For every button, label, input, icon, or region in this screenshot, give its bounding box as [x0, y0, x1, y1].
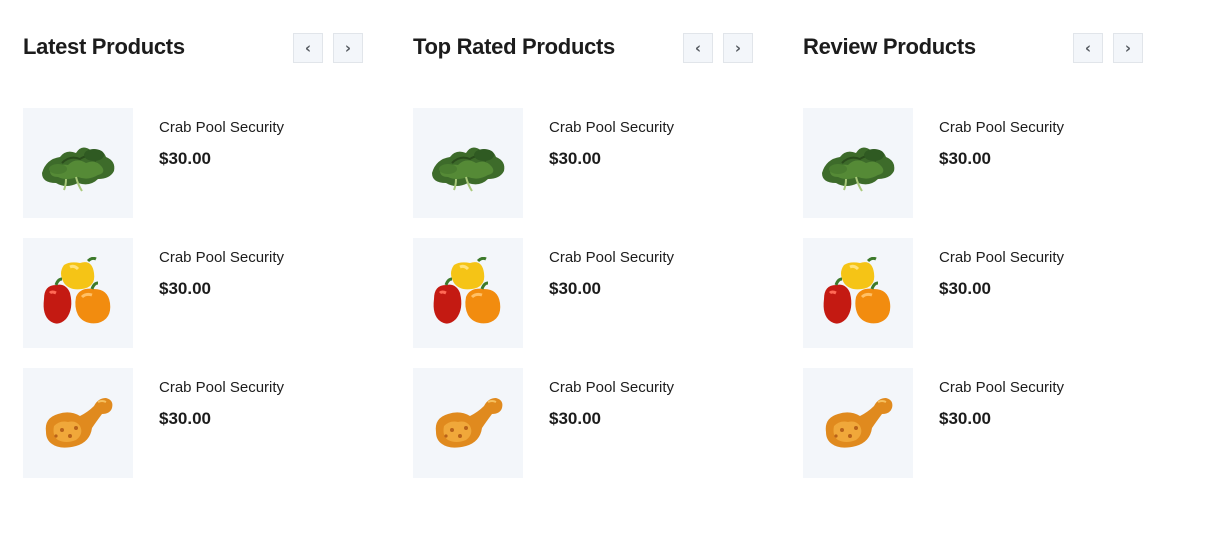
bell-peppers-icon	[433, 257, 501, 324]
chevron-left-icon: ‹	[1084, 38, 1092, 57]
product-price: $30.00	[939, 409, 991, 428]
next-button[interactable]: ›	[333, 33, 363, 63]
chevron-left-icon: ‹	[304, 38, 312, 57]
product-name[interactable]: Crab Pool Security	[159, 379, 284, 396]
section-header: Review Products ‹ ›	[803, 33, 1143, 63]
product-item[interactable]: Crab Pool Security $30.00	[803, 368, 1143, 478]
product-price: $30.00	[549, 409, 601, 428]
chevron-right-icon: ›	[1124, 38, 1132, 57]
fried-chicken-icon	[825, 398, 893, 448]
chevron-right-icon: ›	[344, 38, 352, 57]
product-name[interactable]: Crab Pool Security	[549, 379, 674, 396]
bell-peppers-icon	[43, 257, 111, 324]
product-price: $30.00	[549, 279, 601, 298]
product-item[interactable]: Crab Pool Security $30.00	[413, 368, 753, 478]
product-price: $30.00	[939, 279, 991, 298]
product-price: $30.00	[159, 279, 211, 298]
product-name[interactable]: Crab Pool Security	[939, 379, 1064, 396]
product-lists: Latest Products ‹ › Crab Pool Security $…	[0, 0, 1208, 542]
prev-button[interactable]: ‹	[1073, 33, 1103, 63]
leafy-greens-icon	[822, 147, 895, 192]
product-name[interactable]: Crab Pool Security	[159, 249, 284, 266]
product-name[interactable]: Crab Pool Security	[939, 249, 1064, 266]
section-header: Top Rated Products ‹ ›	[413, 33, 753, 63]
product-price: $30.00	[939, 149, 991, 168]
top-rated-products-section: Top Rated Products ‹ › Crab Pool Securit…	[413, 0, 753, 542]
leafy-greens-icon	[42, 147, 115, 192]
product-item[interactable]: Crab Pool Security $30.00	[413, 108, 753, 218]
fried-chicken-icon	[435, 398, 503, 448]
product-price: $30.00	[159, 409, 211, 428]
section-title: Latest Products	[23, 34, 185, 59]
fried-chicken-icon	[45, 398, 113, 448]
product-name[interactable]: Crab Pool Security	[549, 119, 674, 136]
prev-button[interactable]: ‹	[293, 33, 323, 63]
next-button[interactable]: ›	[1113, 33, 1143, 63]
product-image-bell-peppers[interactable]	[413, 238, 523, 348]
product-image-fried-chicken[interactable]	[803, 368, 913, 478]
product-image-leafy-greens[interactable]	[23, 108, 133, 218]
product-image-fried-chicken[interactable]	[413, 368, 523, 478]
prev-button[interactable]: ‹	[683, 33, 713, 63]
chevron-left-icon: ‹	[694, 38, 702, 57]
product-image-fried-chicken[interactable]	[23, 368, 133, 478]
product-image-leafy-greens[interactable]	[413, 108, 523, 218]
next-button[interactable]: ›	[723, 33, 753, 63]
product-item[interactable]: Crab Pool Security $30.00	[23, 108, 363, 218]
product-item[interactable]: Crab Pool Security $30.00	[23, 368, 363, 478]
product-item[interactable]: Crab Pool Security $30.00	[803, 108, 1143, 218]
product-name[interactable]: Crab Pool Security	[159, 119, 284, 136]
section-title: Top Rated Products	[413, 34, 615, 59]
leafy-greens-icon	[432, 147, 505, 192]
latest-products-section: Latest Products ‹ › Crab Pool Security $…	[23, 0, 363, 542]
review-products-section: Review Products ‹ › Crab Pool Security $…	[803, 0, 1143, 542]
product-item[interactable]: Crab Pool Security $30.00	[413, 238, 753, 348]
product-item[interactable]: Crab Pool Security $30.00	[803, 238, 1143, 348]
bell-peppers-icon	[823, 257, 891, 324]
product-price: $30.00	[159, 149, 211, 168]
product-name[interactable]: Crab Pool Security	[549, 249, 674, 266]
product-image-bell-peppers[interactable]	[23, 238, 133, 348]
chevron-right-icon: ›	[734, 38, 742, 57]
product-name[interactable]: Crab Pool Security	[939, 119, 1064, 136]
section-header: Latest Products ‹ ›	[23, 33, 363, 63]
product-price: $30.00	[549, 149, 601, 168]
product-item[interactable]: Crab Pool Security $30.00	[23, 238, 363, 348]
product-image-bell-peppers[interactable]	[803, 238, 913, 348]
product-image-leafy-greens[interactable]	[803, 108, 913, 218]
section-title: Review Products	[803, 34, 976, 59]
